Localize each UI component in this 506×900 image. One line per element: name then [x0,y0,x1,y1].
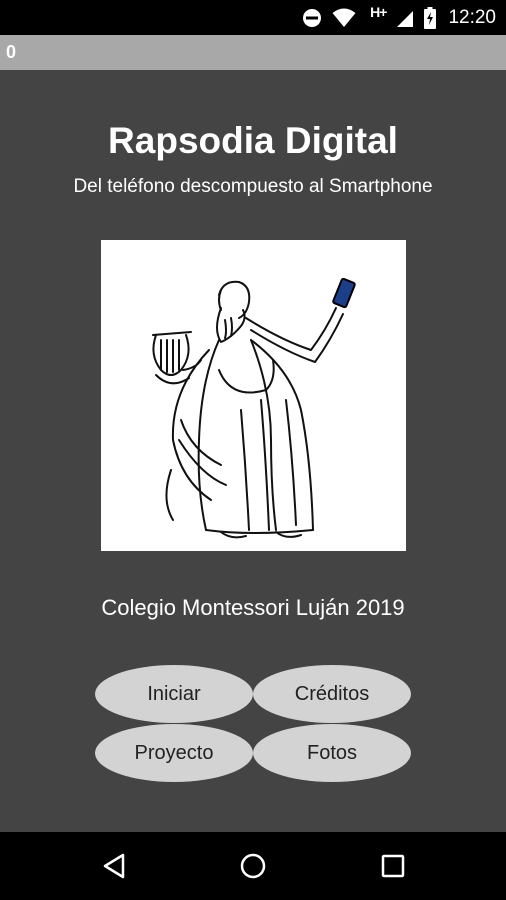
page-title: Rapsodia Digital [108,120,398,161]
school-label: Colegio Montessori Luján 2019 [101,595,405,620]
fotos-button[interactable]: Fotos [253,724,411,782]
app-title-bar: 0 [0,35,506,70]
signal-icon [396,8,414,28]
creditos-button[interactable]: Créditos [253,665,411,723]
back-icon[interactable] [96,850,132,882]
wifi-icon [332,8,356,28]
home-icon[interactable] [235,850,271,882]
recents-icon[interactable] [375,850,411,882]
iniciar-button[interactable]: Iniciar [95,665,253,723]
battery-charging-icon [424,6,437,29]
do-not-disturb-icon [302,8,322,28]
app-title: 0 [6,42,17,62]
bard-illustration [101,240,406,551]
clock: 12:20 [448,6,496,28]
proyecto-button[interactable]: Proyecto [95,724,253,782]
page-subtitle: Del teléfono descompuesto al Smartphone [73,176,433,197]
status-bar: H+ 12:20 [0,0,506,35]
navigation-bar [0,832,506,900]
main-content: Rapsodia Digital Del teléfono descompues… [0,70,506,832]
network-type-label: H+ [370,3,387,20]
